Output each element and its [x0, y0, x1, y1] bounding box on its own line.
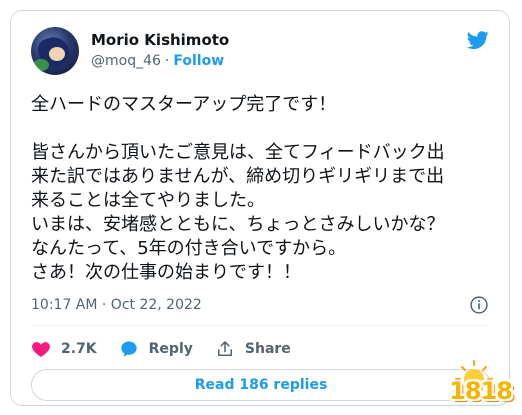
- action-bar: 2.7K Reply Share: [31, 333, 313, 365]
- share-button[interactable]: Share: [215, 339, 291, 359]
- reply-button[interactable]: Reply: [119, 339, 193, 359]
- reply-label: Reply: [148, 341, 193, 357]
- share-label: Share: [244, 341, 291, 357]
- tweet-timestamp[interactable]: 10:17 AM · Oct 22, 2022: [31, 297, 202, 313]
- reply-bubble-icon: [120, 341, 137, 357]
- site-watermark-logo: 1818: [406, 357, 518, 411]
- author-handle-row: @moq_46 · Follow: [91, 53, 224, 69]
- twitter-bird-icon[interactable]: [465, 29, 491, 51]
- author-name[interactable]: Morio Kishimoto: [91, 31, 229, 49]
- author-handle[interactable]: @moq_46: [91, 53, 161, 69]
- heart-icon: [32, 342, 50, 357]
- like-count: 2.7K: [61, 341, 97, 357]
- follow-button[interactable]: Follow: [173, 53, 224, 69]
- separator-dot: ·: [164, 53, 170, 69]
- info-icon[interactable]: [469, 295, 489, 315]
- tweet-text: 全ハードのマスターアップ完了です！ 皆さんから頂いたご意見は、全てフィードバック…: [31, 94, 445, 283]
- like-button[interactable]: 2.7K: [31, 339, 97, 359]
- watermark-text: 1818: [449, 377, 513, 405]
- tweet-card: Morio Kishimoto @moq_46 · Follow 全ハードのマスター…: [10, 10, 510, 406]
- share-icon: [217, 341, 232, 356]
- avatar[interactable]: [31, 27, 79, 75]
- divider: [31, 325, 489, 326]
